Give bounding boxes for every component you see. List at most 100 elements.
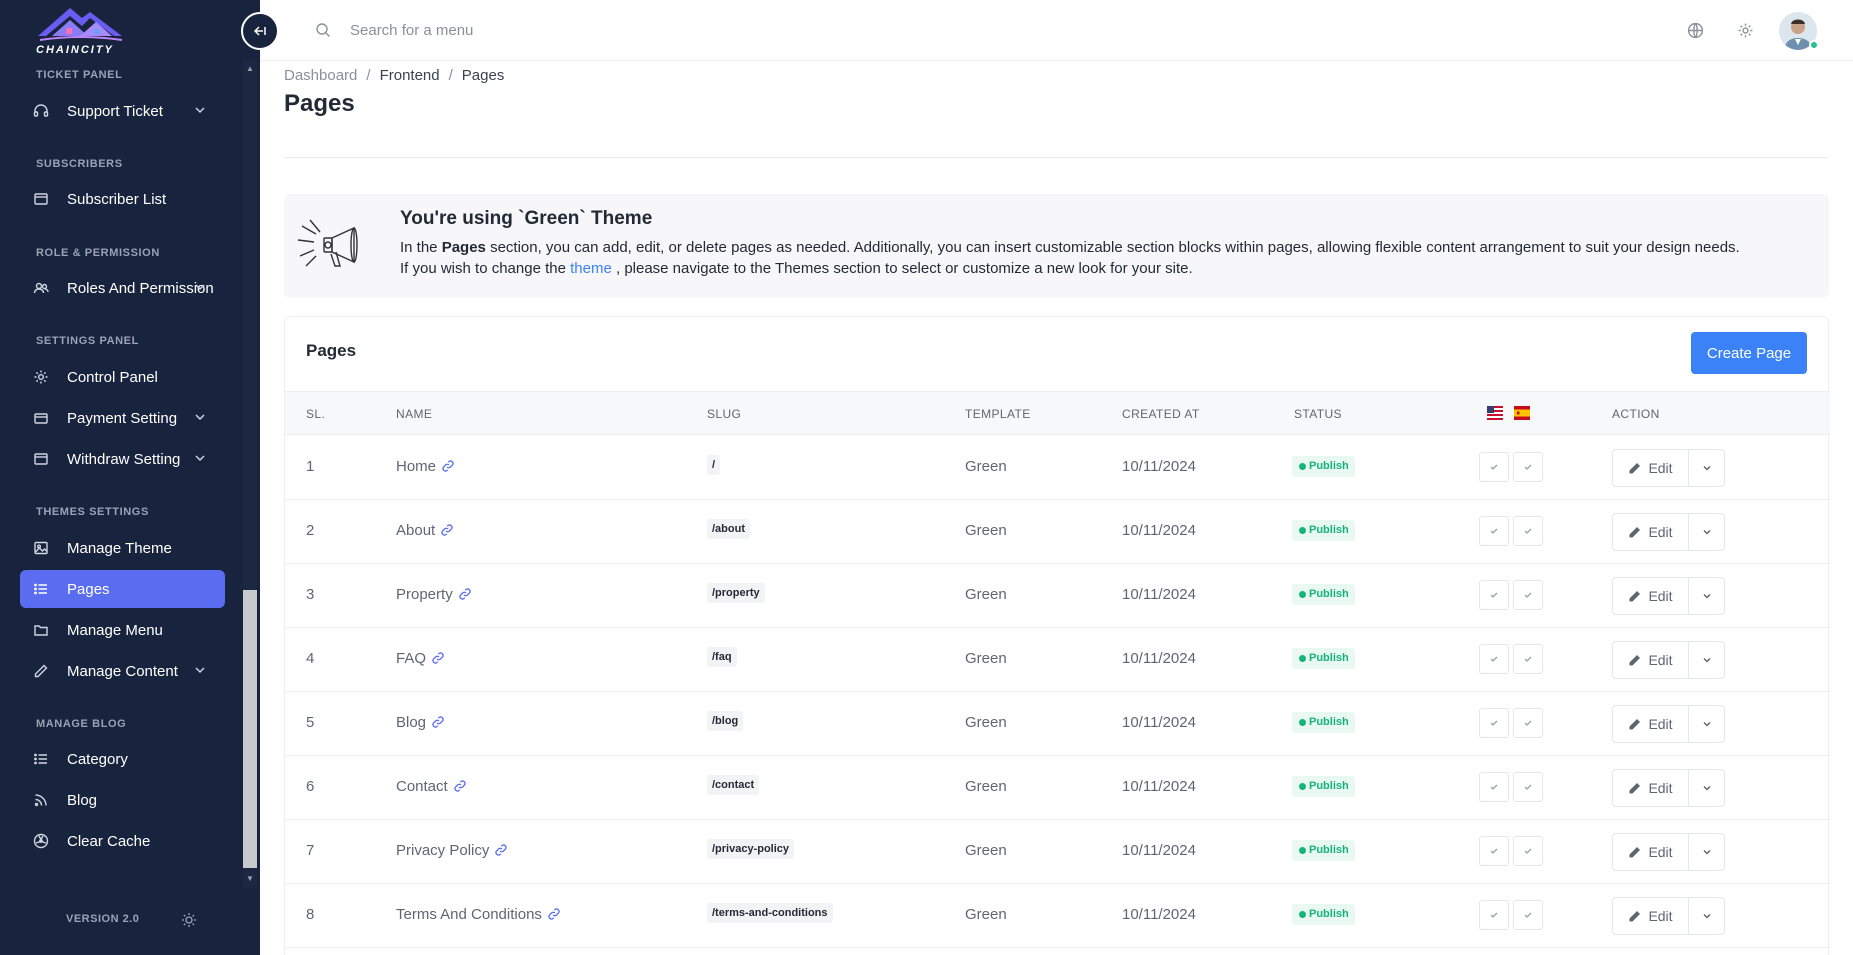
edit-button[interactable]: Edit [1612,577,1689,615]
list-icon [32,750,50,768]
link-icon[interactable] [454,780,466,792]
logo-text: CHAINCITY [36,44,114,56]
lang-es-check-button[interactable] [1513,772,1543,802]
row-actions-dropdown-button[interactable] [1688,705,1725,743]
sidebar-item-payment-setting[interactable]: Payment Setting [20,399,225,437]
lang-en-check-button[interactable] [1479,644,1509,674]
sun-icon[interactable] [181,912,197,928]
sidebar-item-label: Roles And Permission [67,279,214,297]
lang-en-check-button[interactable] [1479,836,1509,866]
row-actions-dropdown-button[interactable] [1688,897,1725,935]
chevron-down-icon [195,107,205,114]
section-title-role-permission: ROLE & PERMISSION [36,247,160,259]
link-icon[interactable] [459,588,471,600]
sidebar-item-label: Manage Menu [67,621,163,639]
sidebar-item-withdraw-setting[interactable]: Withdraw Setting [20,440,225,478]
edit-button[interactable]: Edit [1612,513,1689,551]
sidebar-item-manage-menu[interactable]: Manage Menu [20,611,225,649]
search-input[interactable] [350,16,750,44]
lang-en-check-button[interactable] [1479,708,1509,738]
cell-name[interactable]: Terms And Conditions [396,906,560,923]
sidebar-item-blog[interactable]: Blog [20,781,225,819]
row-actions-dropdown-button[interactable] [1688,577,1725,615]
sidebar-item-support-ticket[interactable]: Support Ticket [20,92,225,130]
page-name[interactable]: Home [396,458,436,475]
globe-icon[interactable] [1687,22,1704,39]
cell-name[interactable]: FAQ [396,650,444,667]
theme-link[interactable]: theme [570,260,612,277]
scroll-down-arrow-icon[interactable]: ▼ [243,872,257,886]
create-page-button[interactable]: Create Page [1691,332,1807,374]
pencil-icon [1629,526,1641,537]
sidebar-scrollbar-thumb[interactable] [243,590,257,868]
settings-gear-icon[interactable] [1737,22,1754,39]
cell-name[interactable]: Property [396,586,471,603]
sidebar-item-category[interactable]: Category [20,740,225,778]
link-icon[interactable] [495,844,507,856]
pencil-icon [1629,718,1641,729]
check-icon [1490,656,1498,662]
page-name[interactable]: Property [396,586,453,603]
chevron-down-icon [1702,465,1711,471]
sidebar-item-label: Pages [67,580,110,598]
link-icon[interactable] [548,908,560,920]
check-icon [1490,848,1498,854]
sidebar-item-clear-cache[interactable]: Clear Cache [20,822,225,860]
lang-en-check-button[interactable] [1479,452,1509,482]
edit-button[interactable]: Edit [1612,769,1689,807]
cell-name[interactable]: Blog [396,714,444,731]
sidebar-item-control-panel[interactable]: Control Panel [20,358,225,396]
cell-name[interactable]: Privacy Policy [396,842,507,859]
sidebar-item-subscriber-list[interactable]: Subscriber List [20,180,225,218]
row-actions-dropdown-button[interactable] [1688,449,1725,487]
page-name[interactable]: About [396,522,435,539]
link-icon[interactable] [432,652,444,664]
edit-button[interactable]: Edit [1612,705,1689,743]
page-name[interactable]: Contact [396,778,448,795]
page-name[interactable]: Terms And Conditions [396,906,542,923]
edit-button[interactable]: Edit [1612,833,1689,871]
lang-en-check-button[interactable] [1479,516,1509,546]
slug-badge: / [707,455,721,475]
sidebar-collapse-button[interactable] [241,12,279,50]
cell-name[interactable]: Home [396,458,454,475]
scroll-up-arrow-icon[interactable]: ▲ [243,62,257,76]
page-name[interactable]: Blog [396,714,426,731]
edit-button[interactable]: Edit [1612,641,1689,679]
lang-es-check-button[interactable] [1513,708,1543,738]
cell-name[interactable]: Contact [396,778,466,795]
cell-sl: 1 [306,458,315,475]
lang-es-check-button[interactable] [1513,900,1543,930]
th-slug: SLUG [707,407,742,421]
page-name[interactable]: Privacy Policy [396,842,489,859]
lang-es-check-button[interactable] [1513,644,1543,674]
sidebar-item-roles-and-permission[interactable]: Roles And Permission [20,269,225,307]
cell-sl: 4 [306,650,315,667]
row-actions-dropdown-button[interactable] [1688,513,1725,551]
sidebar-item-label: Support Ticket [67,102,163,120]
edit-button[interactable]: Edit [1612,449,1689,487]
sidebar-item-manage-content[interactable]: Manage Content [20,652,225,690]
lang-en-check-button[interactable] [1479,580,1509,610]
lang-es-check-button[interactable] [1513,580,1543,610]
lang-es-check-button[interactable] [1513,452,1543,482]
page-name[interactable]: FAQ [396,650,426,667]
row-actions-dropdown-button[interactable] [1688,833,1725,871]
row-actions-dropdown-button[interactable] [1688,769,1725,807]
slug-badge: /faq [707,647,737,667]
sidebar-item-manage-theme[interactable]: Manage Theme [20,529,225,567]
lang-en-check-button[interactable] [1479,772,1509,802]
breadcrumb-dashboard[interactable]: Dashboard [284,67,357,84]
row-actions-dropdown-button[interactable] [1688,641,1725,679]
link-icon[interactable] [432,716,444,728]
lang-es-check-button[interactable] [1513,516,1543,546]
link-icon[interactable] [442,460,454,472]
cell-name[interactable]: About [396,522,453,539]
lang-en-check-button[interactable] [1479,900,1509,930]
edit-button[interactable]: Edit [1612,897,1689,935]
breadcrumb-frontend[interactable]: Frontend [380,67,440,84]
lang-es-check-button[interactable] [1513,836,1543,866]
notice-line-2: If you wish to change the theme , please… [400,260,1193,277]
link-icon[interactable] [441,524,453,536]
sidebar-item-pages[interactable]: Pages [20,570,225,608]
